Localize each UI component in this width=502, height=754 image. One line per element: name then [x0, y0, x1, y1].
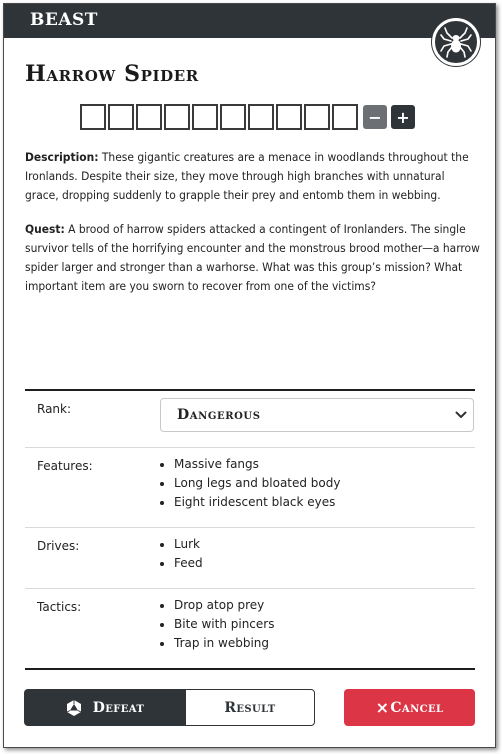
- foe-card: BEAST Harrow Spider − + Description: The…: [3, 3, 496, 748]
- divider: [25, 527, 475, 528]
- rank-value: Dangerous: [177, 407, 261, 423]
- drives-list: Lurk Feed: [158, 535, 203, 573]
- divider: [25, 447, 475, 448]
- list-item: Lurk: [174, 535, 203, 554]
- cancel-label: Cancel: [390, 699, 444, 716]
- list-item: Massive fangs: [174, 455, 341, 474]
- tactics-list: Drop atop prey Bite with pincers Trap in…: [158, 596, 274, 653]
- progress-box[interactable]: [80, 104, 106, 130]
- divider: [25, 668, 475, 670]
- tactics-label: Tactics:: [37, 600, 82, 614]
- divider: [25, 588, 475, 589]
- foe-title: Harrow Spider: [25, 61, 199, 87]
- list-item: Drop atop prey: [174, 596, 274, 615]
- rank-label: Rank:: [37, 402, 72, 416]
- quest-label: Quest:: [25, 222, 65, 236]
- progress-box[interactable]: [304, 104, 330, 130]
- progress-box[interactable]: [220, 104, 246, 130]
- cancel-button[interactable]: × Cancel: [344, 689, 475, 726]
- description-label: Description:: [25, 150, 99, 164]
- list-item: Feed: [174, 554, 203, 573]
- defeat-button[interactable]: Defeat: [24, 689, 185, 726]
- list-item: Long legs and bloated body: [174, 474, 341, 493]
- progress-box[interactable]: [108, 104, 134, 130]
- category-label: BEAST: [30, 10, 98, 30]
- divider: [25, 389, 475, 391]
- progress-box[interactable]: [332, 104, 358, 130]
- decrease-progress-button[interactable]: −: [363, 105, 387, 129]
- list-item: Trap in webbing: [174, 634, 274, 653]
- list-item: Eight iridescent black eyes: [174, 493, 341, 512]
- quest-text: A brood of harrow spiders attacked a con…: [25, 222, 480, 293]
- d20-icon: [66, 699, 81, 716]
- progress-box[interactable]: [192, 104, 218, 130]
- close-icon: ×: [375, 698, 390, 717]
- progress-box[interactable]: [276, 104, 302, 130]
- progress-track[interactable]: [80, 104, 360, 130]
- increase-progress-button[interactable]: +: [391, 105, 415, 129]
- spider-icon: [432, 18, 480, 66]
- header-bar: BEAST: [4, 4, 495, 38]
- progress-box[interactable]: [164, 104, 190, 130]
- quest: Quest: A brood of harrow spiders attacke…: [25, 220, 480, 296]
- result-button[interactable]: Result: [185, 689, 315, 726]
- features-list: Massive fangs Long legs and bloated body…: [158, 455, 341, 512]
- defeat-label: Defeat: [92, 699, 145, 716]
- progress-box[interactable]: [136, 104, 162, 130]
- result-label: Result: [224, 699, 276, 716]
- list-item: Bite with pincers: [174, 615, 274, 634]
- progress-box[interactable]: [248, 104, 274, 130]
- drives-label: Drives:: [37, 539, 80, 553]
- chevron-down-icon: [455, 411, 467, 418]
- features-label: Features:: [37, 459, 93, 473]
- description: Description: These gigantic creatures ar…: [25, 148, 480, 205]
- rank-select[interactable]: Dangerous: [160, 398, 474, 432]
